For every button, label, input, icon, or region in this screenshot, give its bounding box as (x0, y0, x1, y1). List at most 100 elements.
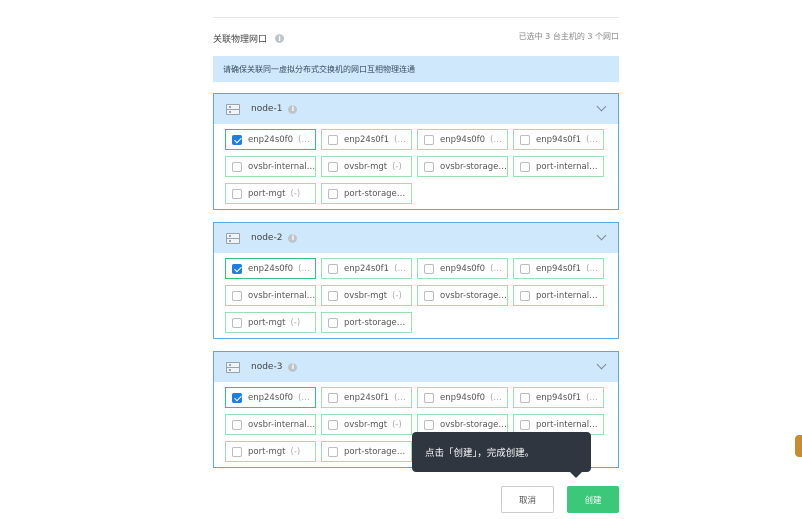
port-ip-suffix: (… (586, 134, 598, 145)
checkbox-icon[interactable] (424, 290, 434, 301)
checkbox-icon[interactable] (520, 263, 530, 274)
cancel-button[interactable]: 取消 (501, 486, 554, 513)
checkbox-icon[interactable] (424, 263, 434, 274)
port-checkbox-item[interactable]: ovsbr-internal… (225, 414, 316, 435)
port-checkbox-item[interactable]: enp94s0f1 (… (513, 129, 604, 150)
port-checkbox-item[interactable]: enp24s0f0 (… (225, 258, 316, 279)
checkbox-icon[interactable] (424, 134, 434, 145)
checkbox-icon[interactable] (424, 161, 434, 172)
checkbox-checked-icon[interactable] (232, 134, 242, 145)
port-checkbox-item[interactable]: ovsbr-internal… (225, 285, 316, 306)
port-checkbox-item[interactable]: port-mgt (-) (225, 441, 316, 462)
checkbox-icon[interactable] (520, 392, 530, 403)
info-icon[interactable]: i (288, 233, 298, 243)
port-ip-suffix: (… (298, 134, 310, 145)
checkbox-icon[interactable] (232, 290, 242, 301)
server-icon (226, 232, 240, 244)
port-label: enp24s0f1 (344, 263, 390, 274)
port-checkbox-item[interactable]: enp94s0f1 (… (513, 387, 604, 408)
port-checkbox-item[interactable]: enp94s0f0 (… (417, 129, 508, 150)
section-title-text: 关联物理网口 (213, 35, 268, 45)
checkbox-icon[interactable] (232, 161, 242, 172)
port-label: port-storage… (344, 446, 406, 457)
port-checkbox-item[interactable]: ovsbr-mgt (-) (321, 156, 412, 177)
info-icon[interactable]: i (288, 362, 298, 372)
checkbox-icon[interactable] (232, 188, 242, 199)
port-checkbox-item[interactable]: ovsbr-mgt (-) (321, 285, 412, 306)
port-label: enp94s0f1 (536, 134, 582, 145)
checkbox-icon[interactable] (328, 290, 338, 301)
checkbox-icon[interactable] (328, 392, 338, 403)
port-checkbox-item[interactable]: port-mgt (-) (225, 312, 316, 333)
checkbox-icon[interactable] (424, 392, 434, 403)
port-ip-suffix: (… (490, 263, 502, 274)
port-checkbox-item[interactable]: port-storage… (321, 183, 412, 204)
assistant-badge-icon[interactable] (795, 435, 802, 457)
port-ip-suffix: (… (490, 392, 502, 403)
chevron-down-icon[interactable] (596, 359, 607, 370)
checkbox-icon[interactable] (520, 419, 530, 430)
node-name: node-2 (251, 233, 283, 243)
checkbox-icon[interactable] (232, 317, 242, 328)
port-checkbox-item[interactable]: port-mgt (-) (225, 183, 316, 204)
port-label: ovsbr-internal… (248, 161, 316, 172)
port-grid: enp24s0f0 (… enp24s0f1 (… enp94s0f0 (… enp94s0… (214, 253, 618, 338)
checkbox-icon[interactable] (328, 134, 338, 145)
node-header[interactable]: node-1 i (214, 94, 618, 124)
port-label: enp94s0f1 (536, 263, 582, 274)
port-label: ovsbr-storage… (440, 290, 507, 301)
info-icon[interactable]: i (275, 34, 285, 43)
checkbox-icon[interactable] (328, 446, 338, 457)
port-label: enp94s0f1 (536, 392, 582, 403)
port-checkbox-item[interactable]: port-storage… (321, 312, 412, 333)
port-checkbox-item[interactable]: enp24s0f0 (… (225, 129, 316, 150)
chevron-down-icon[interactable] (596, 230, 607, 241)
chevron-down-icon[interactable] (596, 101, 607, 112)
port-label: ovsbr-mgt (344, 419, 388, 430)
section-title: 关联物理网口 i (213, 32, 285, 45)
port-ip-suffix: (… (298, 392, 310, 403)
port-checkbox-item[interactable]: enp94s0f0 (… (417, 387, 508, 408)
checkbox-icon[interactable] (520, 161, 530, 172)
node-name: node-3 (251, 362, 283, 372)
checkbox-checked-icon[interactable] (232, 263, 242, 274)
selected-summary: 已选中 3 台主机的 3 个网口 (518, 32, 619, 41)
port-checkbox-item[interactable]: ovsbr-storage… (417, 285, 508, 306)
port-checkbox-item[interactable]: enp24s0f1 (… (321, 258, 412, 279)
port-ip-suffix: (-) (392, 419, 402, 430)
port-label: enp94s0f0 (440, 392, 486, 403)
port-checkbox-item[interactable]: port-storage… (321, 441, 412, 462)
checkbox-icon[interactable] (328, 317, 338, 328)
checkbox-icon[interactable] (232, 446, 242, 457)
port-checkbox-item[interactable]: ovsbr-internal… (225, 156, 316, 177)
port-checkbox-item[interactable]: enp24s0f0 (… (225, 387, 316, 408)
server-icon (226, 103, 240, 115)
port-checkbox-item[interactable]: enp94s0f1 (… (513, 258, 604, 279)
port-checkbox-item[interactable]: ovsbr-mgt (-) (321, 414, 412, 435)
checkbox-icon[interactable] (520, 290, 530, 301)
port-checkbox-item[interactable]: port-internal… (513, 285, 604, 306)
port-checkbox-item[interactable]: ovsbr-storage… (417, 156, 508, 177)
port-label: port-internal… (536, 419, 598, 430)
port-checkbox-item[interactable]: enp24s0f1 (… (321, 387, 412, 408)
checkbox-icon[interactable] (328, 419, 338, 430)
create-button[interactable]: 创建 (567, 486, 619, 513)
port-ip-suffix: (-) (290, 446, 301, 457)
checkbox-icon[interactable] (328, 263, 338, 274)
port-checkbox-item[interactable]: enp24s0f1 (… (321, 129, 412, 150)
port-ip-suffix: (… (394, 392, 406, 403)
checkbox-icon[interactable] (328, 161, 338, 172)
checkbox-checked-icon[interactable] (232, 392, 242, 403)
info-icon[interactable]: i (288, 104, 298, 114)
port-checkbox-item[interactable]: port-internal… (513, 156, 604, 177)
node-header[interactable]: node-2 i (214, 223, 618, 253)
port-checkbox-item[interactable]: enp94s0f0 (… (417, 258, 508, 279)
node-header[interactable]: node-3 i (214, 352, 618, 382)
checkbox-icon[interactable] (328, 188, 338, 199)
port-label: port-mgt (248, 317, 286, 328)
checkbox-icon[interactable] (424, 419, 434, 430)
checkbox-icon[interactable] (232, 419, 242, 430)
port-label: enp24s0f0 (248, 392, 294, 403)
checkbox-icon[interactable] (520, 134, 530, 145)
node-card-2: node-2 i enp24s0f0 (… enp24s0f1 (… enp94s0f0… (213, 222, 619, 339)
